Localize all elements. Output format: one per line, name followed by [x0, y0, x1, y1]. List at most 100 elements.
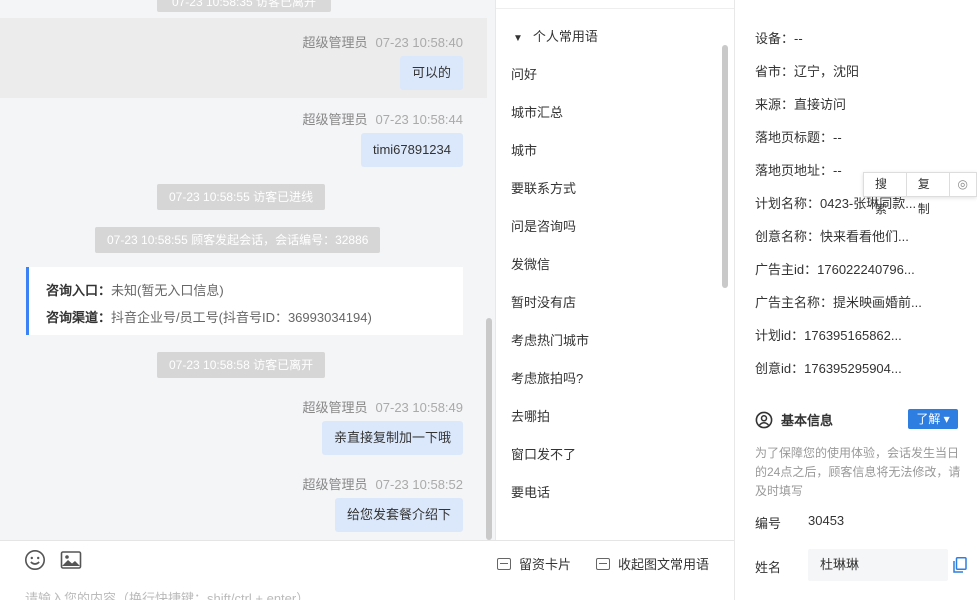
phrase-item[interactable]: 暂时没有店 [511, 292, 576, 311]
text-context-popup: 搜索 复制 ◎ [863, 172, 977, 216]
advertiser-id-row: 广告主id：176022240796... [755, 259, 915, 278]
phrase-group-header[interactable]: ▼ 个人常用语 [513, 26, 598, 45]
collapse-phrases-label: 收起图文常用语 [618, 557, 710, 572]
visitor-info-panel: 设备：-- 省市：辽宁，沈阳 来源：直接访问 落地页标题：-- 落地页地址：--… [735, 0, 977, 600]
phrase-group-title: 个人常用语 [532, 29, 598, 44]
phrase-item[interactable]: 考虑热门城市 [511, 330, 589, 349]
phrase-item[interactable]: 考虑旅拍吗? [511, 368, 583, 387]
system-tag-entered: 07-23 10:58:55 访客已进线 [157, 184, 326, 210]
phrase-item[interactable]: 问好 [511, 64, 537, 83]
message-bubble[interactable]: 可以的 [399, 56, 463, 90]
sender-name: 超级管理员 [302, 477, 368, 492]
advertiser-name-label: 广告主名称： [755, 295, 834, 310]
message-time: 07-23 10:58:49 [375, 400, 463, 415]
phrase-item[interactable]: 去哪拍 [511, 406, 550, 425]
chat-history: 07-23 10:58:35 访客已离开 超级管理员 07-23 10:58:40… [0, 0, 495, 540]
message-bubble[interactable]: timi67891234 [360, 133, 463, 167]
entry-value: 未知(暂无入口信息) [111, 283, 224, 298]
device-row: 设备：-- [755, 28, 803, 47]
collapse-phrases-button[interactable]: 收起图文常用语 [596, 554, 709, 573]
creative-name-row: 创意名称：快来看看他们... [755, 226, 909, 245]
device-value: -- [794, 31, 803, 46]
city-row: 省市：辽宁，沈阳 [755, 61, 859, 80]
image-icon[interactable] [60, 549, 82, 571]
phrase-item[interactable]: 问是咨询吗 [511, 216, 576, 235]
plan-id-value: 176395165862... [804, 328, 902, 343]
advertiser-name-row: 广告主名称：提米映画婚前... [755, 292, 922, 311]
source-label: 来源： [755, 97, 795, 112]
advertiser-id-label: 广告主id： [755, 262, 818, 277]
plan-id-label: 计划id： [755, 328, 805, 343]
message-meta: 超级管理员 07-23 10:58:52 [303, 474, 463, 493]
advertiser-name-value: 提米映画婚前... [833, 295, 922, 310]
consult-channel-row: 咨询渠道：抖音企业号/员工号(抖音号ID：36993034194) [46, 304, 463, 331]
message-time: 07-23 10:58:44 [375, 112, 463, 127]
phrase-item[interactable]: 窗口发不了 [511, 444, 576, 463]
creative-name-value: 快来看看他们... [820, 229, 909, 244]
card-icon [497, 558, 511, 570]
message-bubble[interactable]: 给您发套餐介绍下 [334, 498, 463, 532]
copy-action[interactable]: 复制 [907, 172, 950, 216]
divider [495, 8, 735, 9]
phrase-item[interactable]: 城市汇总 [511, 102, 563, 121]
plan-id-row: 计划id：176395165862... [755, 325, 902, 344]
system-tag: 07-23 10:58:35 访客已离开 [157, 0, 331, 12]
phrase-item[interactable]: 发微信 [511, 254, 550, 273]
landing-title-value: -- [833, 130, 842, 145]
landing-title-label: 落地页标题： [755, 130, 834, 145]
channel-label: 咨询渠道： [46, 310, 112, 325]
consult-entry-row: 咨询入口：未知(暂无入口信息) [46, 277, 463, 304]
chat-scrollbar[interactable] [486, 318, 492, 540]
user-circle-icon [755, 411, 773, 429]
sender-name: 超级管理员 [302, 35, 368, 50]
message-time: 07-23 10:58:40 [375, 35, 463, 50]
system-tag-left: 07-23 10:58:58 访客已离开 [157, 352, 326, 378]
chat-workspace: { "chat": { "top_cut_text": "07-23 10:58… [0, 0, 977, 600]
source-value: 直接访问 [794, 97, 847, 112]
message-input[interactable]: 请输入您的内容（换行快捷键：shift/ctrl + enter） [25, 588, 309, 600]
plan-name-label: 计划名称： [755, 196, 821, 211]
phrases-panel: ▼ 个人常用语 问好 城市汇总 城市 要联系方式 问是咨询吗 发微信 暂时没有店 … [495, 0, 735, 540]
sender-name: 超级管理员 [302, 400, 368, 415]
plan-name-value: 0423-张琳同款... [820, 196, 917, 211]
id-label: 编号 [755, 516, 782, 531]
name-field[interactable]: 杜琳琳 [808, 549, 948, 581]
landing-title-row: 落地页标题：-- [755, 127, 842, 146]
creative-id-value: 176395295904... [804, 361, 902, 376]
message-meta: 超级管理员 07-23 10:58:44 [303, 109, 463, 128]
copy-icon[interactable] [953, 557, 967, 573]
message-meta: 超级管理员 07-23 10:58:49 [303, 397, 463, 416]
pin-icon[interactable]: ◎ [950, 172, 976, 197]
creative-name-label: 创意名称： [755, 229, 821, 244]
message-bubble[interactable]: 亲直接复制加一下哦 [321, 421, 463, 455]
city-label: 省市： [755, 64, 795, 79]
message-card-button[interactable]: 留资卡片 [497, 554, 571, 573]
phrase-item[interactable]: 要联系方式 [511, 178, 576, 197]
emoji-icon[interactable] [24, 549, 46, 571]
channel-value: 抖音企业号/员工号(抖音号ID：36993034194) [111, 310, 372, 325]
creative-id-label: 创意id： [755, 361, 805, 376]
landing-url-row: 落地页地址：-- [755, 160, 842, 179]
name-label: 姓名 [755, 560, 782, 575]
advertiser-id-value: 176022240796... [817, 262, 915, 277]
phrase-icon [596, 558, 610, 570]
divider [495, 0, 496, 540]
search-action[interactable]: 搜索 [864, 172, 907, 216]
entry-label: 咨询入口： [46, 283, 112, 298]
landing-url-value: -- [833, 163, 842, 178]
message-meta: 超级管理员 07-23 10:58:40 [303, 32, 463, 51]
phrase-item[interactable]: 要电话 [511, 482, 550, 501]
learn-more-button[interactable]: 了解 ▾ [908, 409, 958, 429]
edit-notice: 为了保障您的使用体验，会话发生当日的24点之后，顾客信息将无法修改，请及时填写 [755, 446, 961, 498]
system-tag-session: 07-23 10:58:55 顾客发起会话，会话编号：32886 [95, 227, 381, 253]
phrases-scrollbar[interactable] [722, 45, 728, 288]
source-row: 来源：直接访问 [755, 94, 846, 113]
creative-id-row: 创意id：176395295904... [755, 358, 902, 377]
phrase-item[interactable]: 城市 [511, 140, 537, 159]
basic-info-title: 基本信息 [781, 413, 834, 428]
id-value: 30453 [808, 513, 845, 528]
message-time: 07-23 10:58:52 [375, 477, 463, 492]
divider [0, 540, 734, 541]
message-card-label: 留资卡片 [519, 557, 572, 572]
city-value: 辽宁，沈阳 [794, 64, 860, 79]
